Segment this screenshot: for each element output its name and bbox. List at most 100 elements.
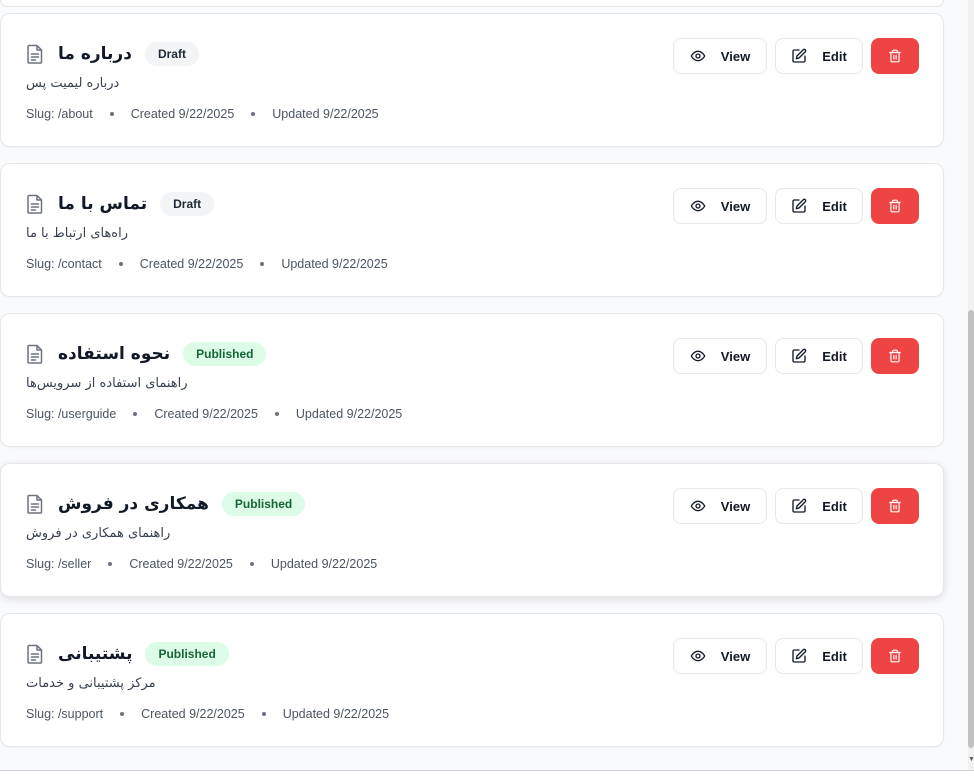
edit-button-label: Edit <box>822 348 847 364</box>
page-slug: Slug: /userguide <box>26 407 117 421</box>
edit-button[interactable]: Edit <box>775 488 863 524</box>
page-slug: Slug: /seller <box>26 557 92 571</box>
separator-dot <box>274 412 279 416</box>
separator-dot <box>120 712 125 716</box>
window-bottom-edge <box>0 770 974 779</box>
status-badge: Published <box>183 342 267 366</box>
status-badge: Draft <box>144 42 199 66</box>
view-button-label: View <box>720 648 751 664</box>
edit-button[interactable]: Edit <box>775 638 863 674</box>
vertical-scrollbar[interactable]: ▼ <box>968 0 974 770</box>
page-actions: View Edit <box>673 338 919 374</box>
page-description: درباره لیمیت پس <box>26 76 120 91</box>
page-slug: Slug: /support <box>26 707 104 721</box>
separator-dot <box>261 712 266 716</box>
page-title: همکاری در فروش <box>58 494 209 514</box>
scrollbar-thumb[interactable] <box>968 310 974 748</box>
page-updated-date: Updated 9/22/2025 <box>270 557 378 571</box>
edit-icon <box>792 48 807 63</box>
eye-icon <box>690 350 706 362</box>
page-title-row: نحوه استفاده Published <box>26 341 267 367</box>
page-updated-date: Updated 9/22/2025 <box>295 407 403 421</box>
delete-button[interactable] <box>871 188 919 224</box>
separator-dot <box>260 262 265 266</box>
separator-dot <box>109 112 114 116</box>
page-created-date: Created 9/22/2025 <box>154 407 258 421</box>
page-actions: View Edit <box>673 638 919 674</box>
page-title: تماس با ما <box>58 194 148 214</box>
document-icon <box>26 194 44 214</box>
page-updated-date: Updated 9/22/2025 <box>272 107 379 121</box>
scroll-down-arrow-icon[interactable]: ▼ <box>968 756 974 764</box>
page-slug: Slug: /contact <box>26 257 102 271</box>
trash-icon <box>889 649 901 663</box>
page-description: راهنمای همکاری در فروش <box>26 526 171 541</box>
view-button[interactable]: View <box>673 488 767 524</box>
document-icon <box>26 344 44 364</box>
edit-button[interactable]: Edit <box>775 338 863 374</box>
view-button[interactable]: View <box>673 338 767 374</box>
page-updated-date: Updated 9/22/2025 <box>282 707 390 721</box>
view-button-label: View <box>720 498 751 514</box>
view-button-label: View <box>720 198 751 214</box>
view-button-label: View <box>720 348 751 364</box>
page-meta: Slug: /seller Created 9/22/2025 Updated … <box>26 557 377 571</box>
view-button-label: View <box>720 48 751 64</box>
page-card: نحوه استفاده Published راهنمای استفاده ا… <box>0 313 944 447</box>
document-icon <box>26 644 44 664</box>
page-title-row: درباره ما Draft <box>26 41 199 67</box>
edit-icon <box>792 498 807 513</box>
page-meta: Slug: /userguide Created 9/22/2025 Updat… <box>26 407 402 421</box>
page-meta: Slug: /contact Created 9/22/2025 Updated… <box>26 257 388 271</box>
separator-dot <box>251 112 256 116</box>
page-description: راه‌های ارتباط با ما <box>26 226 129 241</box>
trash-icon <box>889 499 901 513</box>
edit-icon <box>792 198 807 213</box>
view-button[interactable]: View <box>673 38 767 74</box>
delete-button[interactable] <box>871 338 919 374</box>
delete-button[interactable] <box>871 638 919 674</box>
page-actions: View Edit <box>673 488 919 524</box>
view-button[interactable]: View <box>673 188 767 224</box>
page-description: مرکز پشتیبانی و خدمات <box>26 676 156 691</box>
eye-icon <box>690 50 706 62</box>
eye-icon <box>690 500 706 512</box>
separator-dot <box>118 262 123 266</box>
edit-button[interactable]: Edit <box>775 188 863 224</box>
separator-dot <box>108 562 113 566</box>
page-slug: Slug: /about <box>26 107 93 121</box>
page-title: درباره ما <box>58 44 132 64</box>
edit-icon <box>792 648 807 663</box>
previous-card-edge <box>0 0 944 7</box>
page-title: پشتیبانی <box>58 644 133 664</box>
edit-icon <box>792 348 807 363</box>
page-created-date: Created 9/22/2025 <box>141 707 245 721</box>
page-meta: Slug: /support Created 9/22/2025 Updated… <box>26 707 389 721</box>
eye-icon <box>690 200 706 212</box>
page-card: همکاری در فروش Published راهنمای همکاری … <box>0 463 944 597</box>
status-badge: Draft <box>160 192 215 216</box>
page-meta: Slug: /about Created 9/22/2025 Updated 9… <box>26 107 379 121</box>
delete-button[interactable] <box>871 38 919 74</box>
page-created-date: Created 9/22/2025 <box>130 107 235 121</box>
page-actions: View Edit <box>673 38 919 74</box>
edit-button-label: Edit <box>822 198 847 214</box>
page-description: راهنمای استفاده از سرویس‌ها <box>26 376 188 391</box>
page-updated-date: Updated 9/22/2025 <box>281 257 388 271</box>
trash-icon <box>889 49 901 63</box>
page-created-date: Created 9/22/2025 <box>139 257 244 271</box>
status-badge: Published <box>221 492 306 516</box>
page-actions: View Edit <box>673 188 919 224</box>
edit-button-label: Edit <box>822 48 847 64</box>
page-card: درباره ما Draft درباره لیمیت پس Slug: /a… <box>0 13 944 147</box>
page-created-date: Created 9/22/2025 <box>129 557 233 571</box>
page-title-row: پشتیبانی Published <box>26 641 229 667</box>
delete-button[interactable] <box>871 488 919 524</box>
page-title-row: همکاری در فروش Published <box>26 491 306 517</box>
pages-list: درباره ما Draft درباره لیمیت پس Slug: /a… <box>0 13 944 763</box>
document-icon <box>26 494 44 514</box>
edit-button[interactable]: Edit <box>775 38 863 74</box>
view-button[interactable]: View <box>673 638 767 674</box>
page-card: تماس با ما Draft راه‌های ارتباط با ما Sl… <box>0 163 944 297</box>
eye-icon <box>690 650 706 662</box>
